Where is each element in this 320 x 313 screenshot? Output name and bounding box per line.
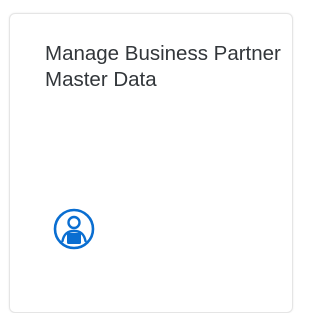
business-partner-icon <box>52 207 96 251</box>
tile-title: Manage Business Partner Master Data <box>45 42 281 91</box>
app-tile-manage-business-partner[interactable]: Manage Business Partner Master Data <box>9 13 293 313</box>
